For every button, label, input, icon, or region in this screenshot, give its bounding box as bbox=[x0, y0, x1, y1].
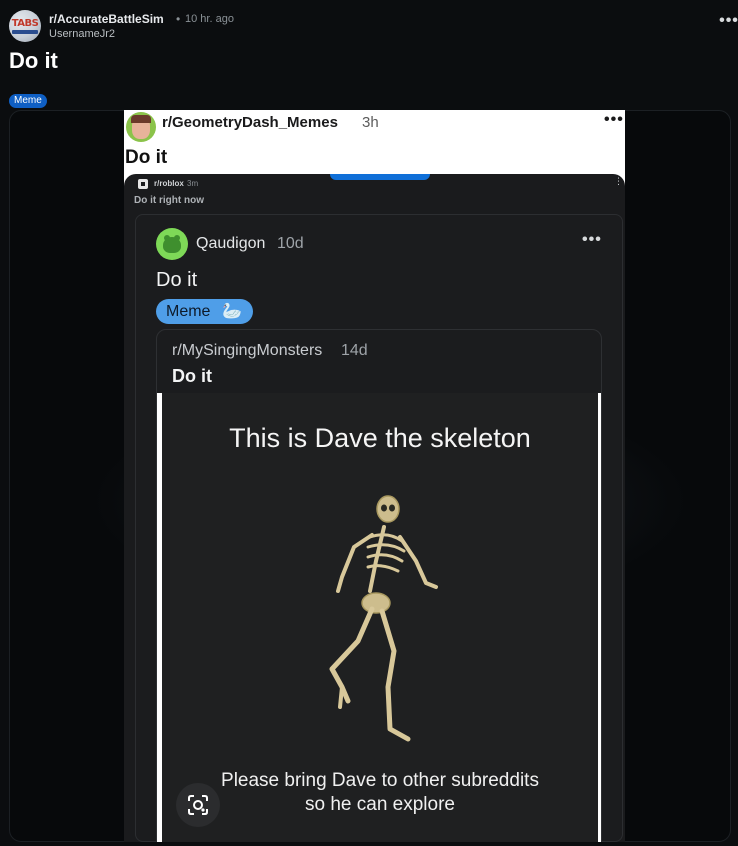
roblox-overflow-icon: ⋮ bbox=[614, 176, 623, 186]
qaudigon-overflow-icon: ••• bbox=[582, 231, 602, 248]
qaudigon-flair: Meme 🦢 bbox=[156, 299, 253, 324]
crosspost-subreddit-name: r/MySingingMonsters bbox=[172, 342, 323, 359]
post-timestamp: 10 hr. ago bbox=[185, 13, 234, 25]
frog-body bbox=[163, 237, 181, 253]
roblox-post-title: Do it right now bbox=[134, 195, 204, 206]
roblox-timestamp: 3m bbox=[187, 179, 199, 188]
qaudigon-username: Qaudigon bbox=[196, 235, 266, 252]
post-title: Do it bbox=[9, 48, 58, 73]
gd-subreddit-name: r/GeometryDash_Memes bbox=[162, 114, 338, 131]
crosspost-card: r/MySingingMonsters 14d Do it This is Da… bbox=[156, 329, 602, 842]
qaudigon-flair-label: Meme bbox=[166, 303, 211, 320]
crosspost-timestamp: 14d bbox=[341, 342, 368, 359]
meme-bottom-text: Please bring Dave to other subreddits so… bbox=[162, 769, 598, 817]
lens-glyph bbox=[188, 795, 208, 815]
gd-post-title: Do it bbox=[125, 147, 168, 168]
subreddit-link[interactable]: r/AccurateBattleSim bbox=[49, 12, 164, 26]
gd-subreddit-avatar bbox=[126, 112, 156, 142]
roblox-icon bbox=[138, 179, 148, 189]
qaudigon-avatar bbox=[156, 228, 188, 260]
meme-bottom-line-2: so he can explore bbox=[305, 794, 455, 815]
embedded-screenshot-image: r/GeometryDash_Memes 3h ••• Do it r/robl… bbox=[124, 110, 625, 842]
gd-overflow-icon: ••• bbox=[604, 111, 624, 128]
qaudigon-post-title: Do it bbox=[156, 269, 198, 291]
qaudigon-post-card: Qaudigon 10d ••• Do it Meme 🦢 r/MySingin… bbox=[135, 214, 623, 842]
reddit-post-view: TABS r/AccurateBattleSim • 10 hr. ago Us… bbox=[0, 0, 738, 846]
crosspost-title: Do it bbox=[172, 366, 212, 386]
avatar-hair bbox=[131, 115, 151, 123]
skeleton-image bbox=[329, 495, 438, 742]
author-link[interactable]: UsernameJr2 bbox=[49, 28, 115, 40]
overflow-menu-icon[interactable]: ••• bbox=[719, 13, 738, 32]
post-header: TABS r/AccurateBattleSim • 10 hr. ago Us… bbox=[9, 8, 738, 42]
avatar-logo-text: TABS bbox=[11, 18, 39, 29]
meme-image-content: This is Dave the skeleton Please bring D… bbox=[162, 393, 598, 842]
goose-emoji-icon: 🦢 bbox=[222, 303, 242, 320]
roblox-subreddit-name: r/roblox bbox=[154, 179, 184, 188]
google-lens-icon[interactable] bbox=[176, 783, 220, 827]
qaudigon-timestamp: 10d bbox=[277, 235, 304, 252]
meta-separator: • bbox=[176, 12, 181, 26]
subreddit-avatar[interactable]: TABS bbox=[9, 10, 41, 42]
phone-top-pill bbox=[330, 174, 430, 180]
gd-timestamp: 3h bbox=[362, 114, 379, 131]
phone-screenshot: r/roblox 3m ⋮ Do it right now Qaudigon 1… bbox=[124, 174, 625, 842]
meme-image: This is Dave the skeleton Please bring D… bbox=[157, 393, 601, 842]
meme-top-text: This is Dave the skeleton bbox=[229, 423, 531, 453]
post-flair[interactable]: Meme bbox=[9, 94, 47, 108]
avatar-logo-bar bbox=[12, 30, 38, 34]
meme-bottom-line-1: Please bring Dave to other subreddits bbox=[221, 770, 539, 791]
